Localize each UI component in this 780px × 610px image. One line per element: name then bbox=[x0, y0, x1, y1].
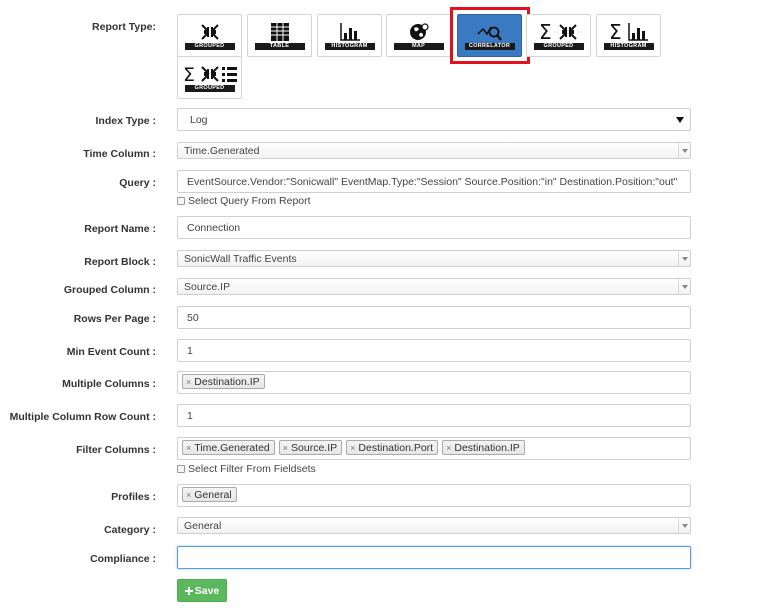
report-type-caption: GROUPED bbox=[533, 42, 584, 50]
sum-histogram-icon: Σ bbox=[609, 22, 648, 42]
chevron-down-icon bbox=[678, 279, 690, 294]
index-type-select[interactable]: Log bbox=[177, 108, 691, 131]
min-event-count-input[interactable]: 1 bbox=[177, 339, 691, 362]
report-type-caption: HISTOGRAM bbox=[324, 42, 375, 50]
report-type-caption: TABLE bbox=[254, 42, 305, 50]
multiple-column-row-count-value: 1 bbox=[187, 409, 193, 422]
time-column-select[interactable]: Time.Generated bbox=[177, 142, 691, 159]
tag-label: Time.Generated bbox=[194, 441, 270, 454]
caret-down-icon bbox=[676, 117, 684, 123]
select-query-checkbox[interactable] bbox=[177, 197, 185, 205]
save-label: Save bbox=[194, 584, 220, 597]
report-name-value: Connection bbox=[187, 221, 241, 234]
query-value: EventSource.Vendor:"Sonicwall" EventMap.… bbox=[187, 175, 678, 188]
remove-tag-icon[interactable]: × bbox=[186, 490, 191, 500]
multiple-column-row-count-label: Multiple Column Row Count : bbox=[9, 411, 156, 423]
report-type-grouped[interactable]: GROUPED bbox=[177, 14, 242, 57]
index-type-label: Index Type : bbox=[95, 115, 156, 127]
grouped-column-value: Source.IP bbox=[184, 280, 231, 293]
save-button[interactable]: Save bbox=[177, 579, 227, 602]
svg-text:Σ: Σ bbox=[609, 22, 622, 42]
tag-label: Destination.IP bbox=[454, 441, 520, 454]
tag-chip: × Destination.IP bbox=[182, 374, 265, 389]
multiple-columns-label: Multiple Columns : bbox=[62, 378, 156, 390]
tag-label: Source.IP bbox=[291, 441, 338, 454]
grouped-column-select[interactable]: Source.IP bbox=[177, 278, 691, 295]
svg-text:Σ: Σ bbox=[183, 64, 195, 84]
map-icon bbox=[409, 22, 429, 40]
report-block-value: SonicWall Traffic Events bbox=[184, 252, 297, 265]
grouped-column-label: Grouped Column : bbox=[63, 284, 156, 296]
select-query-from-report[interactable]: Select Query From Report bbox=[177, 195, 311, 207]
report-block-label: Report Block : bbox=[84, 256, 156, 268]
report-type-sum-grouped-list[interactable]: Σ GROUPED bbox=[177, 56, 242, 99]
query-input[interactable]: EventSource.Vendor:"Sonicwall" EventMap.… bbox=[177, 170, 691, 193]
svg-text:Σ: Σ bbox=[539, 22, 552, 42]
select-filter-from-fieldsets[interactable]: Select Filter From Fieldsets bbox=[177, 463, 316, 475]
filter-columns-tag-input[interactable]: × Time.Generated × Source.IP × Destinati… bbox=[177, 437, 691, 460]
report-type-caption: GROUPED bbox=[184, 42, 235, 50]
min-event-count-label: Min Event Count : bbox=[66, 346, 156, 358]
select-query-label: Select Query From Report bbox=[188, 195, 311, 207]
multiple-column-row-count-input[interactable]: 1 bbox=[177, 404, 691, 427]
index-type-value: Log bbox=[190, 113, 208, 126]
report-type-caption: GROUPED bbox=[184, 84, 235, 92]
category-select[interactable]: General bbox=[177, 517, 691, 534]
report-type-table[interactable]: TABLE bbox=[247, 14, 312, 57]
report-name-label: Report Name : bbox=[84, 223, 156, 235]
min-event-count-value: 1 bbox=[187, 344, 193, 357]
filter-columns-label: Filter Columns : bbox=[76, 444, 156, 456]
tag-chip: × Destination.IP bbox=[442, 440, 525, 455]
tag-label: Destination.IP bbox=[194, 375, 260, 388]
table-icon bbox=[270, 22, 289, 41]
report-block-select[interactable]: SonicWall Traffic Events bbox=[177, 250, 691, 267]
remove-tag-icon[interactable]: × bbox=[350, 443, 355, 453]
report-type-map[interactable]: MAP bbox=[386, 14, 451, 57]
chevron-down-icon bbox=[678, 143, 690, 158]
rows-per-page-value: 50 bbox=[187, 311, 199, 324]
compliance-input[interactable] bbox=[177, 546, 691, 569]
report-type-caption: MAP bbox=[393, 42, 444, 50]
tag-chip: × Destination.Port bbox=[346, 440, 439, 455]
category-value: General bbox=[184, 519, 222, 532]
tag-chip: × General bbox=[182, 487, 237, 502]
tag-label: General bbox=[194, 488, 232, 501]
report-name-input[interactable]: Connection bbox=[177, 216, 691, 239]
tag-label: Destination.Port bbox=[358, 441, 434, 454]
tag-chip: × Time.Generated bbox=[182, 440, 275, 455]
report-type-caption: HISTOGRAM bbox=[603, 42, 654, 50]
remove-tag-icon[interactable]: × bbox=[446, 443, 451, 453]
tag-chip: × Source.IP bbox=[278, 440, 343, 455]
time-column-label: Time Column : bbox=[83, 148, 156, 160]
query-label: Query : bbox=[119, 177, 156, 189]
chevron-down-icon bbox=[678, 251, 690, 266]
profiles-label: Profiles : bbox=[111, 491, 156, 503]
report-type-sum-grouped[interactable]: Σ GROUPED bbox=[526, 14, 591, 57]
report-type-label: Report Type: bbox=[92, 21, 156, 33]
rows-per-page-label: Rows Per Page : bbox=[73, 313, 156, 325]
rows-per-page-input[interactable]: 50 bbox=[177, 306, 691, 329]
remove-tag-icon[interactable]: × bbox=[186, 443, 191, 453]
selected-report-highlight bbox=[450, 7, 530, 64]
multiple-columns-tag-input[interactable]: × Destination.IP bbox=[177, 371, 691, 394]
grouped-icon bbox=[200, 23, 219, 40]
select-filter-label: Select Filter From Fieldsets bbox=[188, 463, 316, 475]
remove-tag-icon[interactable]: × bbox=[283, 443, 288, 453]
compliance-label: Compliance : bbox=[90, 553, 156, 565]
sum-grouped-icon: Σ bbox=[539, 22, 577, 42]
select-filter-checkbox[interactable] bbox=[177, 465, 185, 473]
category-label: Category : bbox=[104, 524, 156, 536]
remove-tag-icon[interactable]: × bbox=[186, 377, 191, 387]
report-type-sum-histogram[interactable]: Σ HISTOGRAM bbox=[596, 14, 661, 57]
report-type-histogram[interactable]: HISTOGRAM bbox=[317, 14, 382, 57]
profiles-tag-input[interactable]: × General bbox=[177, 484, 691, 507]
time-column-value: Time.Generated bbox=[184, 144, 260, 157]
sum-grouped-list-icon: Σ bbox=[183, 64, 237, 84]
histogram-icon bbox=[339, 22, 360, 41]
plus-icon bbox=[184, 586, 193, 595]
chevron-down-icon bbox=[678, 518, 690, 533]
